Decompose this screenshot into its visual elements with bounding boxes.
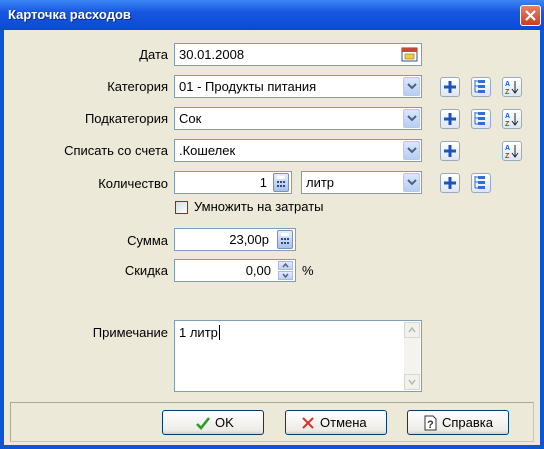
discount-field[interactable]: 0,00 — [174, 259, 296, 282]
subcategory-select[interactable]: Сок — [174, 107, 422, 130]
close-icon — [525, 10, 536, 21]
unit-dropdown-button[interactable] — [403, 173, 420, 192]
sort-subcategory-button[interactable]: AZ — [502, 109, 522, 129]
svg-text:Z: Z — [505, 89, 510, 95]
chevron-down-icon — [282, 273, 289, 279]
chevron-down-icon — [407, 83, 417, 90]
date-field[interactable]: 30.01.2008 — [174, 43, 422, 66]
note-text: 1 литр — [179, 325, 220, 340]
sort-az-icon: AZ — [505, 81, 519, 95]
calendar-icon[interactable] — [401, 46, 418, 62]
svg-text:?: ? — [427, 419, 434, 431]
subcategory-dropdown-button[interactable] — [403, 109, 420, 128]
quantity-label: Количество — [98, 176, 168, 191]
svg-text:A: A — [505, 81, 510, 88]
category-select[interactable]: 01 - Продукты питания — [174, 75, 422, 98]
account-select[interactable]: .Кошелек — [174, 139, 422, 162]
note-value: 1 литр — [179, 325, 218, 340]
text-caret — [218, 325, 220, 340]
svg-text:A: A — [505, 145, 510, 152]
add-account-button[interactable] — [440, 141, 460, 161]
sort-az-icon: AZ — [505, 145, 519, 159]
tree-icon — [474, 80, 485, 93]
discount-label: Скидка — [124, 263, 168, 278]
tree-icon — [474, 176, 485, 189]
window-title: Карточка расходов — [8, 7, 131, 22]
scroll-down-button[interactable] — [404, 374, 420, 390]
cancel-label: Отмена — [320, 415, 367, 430]
discount-unit: % — [302, 263, 314, 278]
tree-icon — [474, 112, 485, 125]
calculator-icon — [281, 233, 289, 244]
sort-account-button[interactable]: AZ — [502, 141, 522, 161]
unit-value: литр — [306, 175, 335, 190]
unit-tree-button[interactable] — [471, 173, 491, 193]
plus-icon — [444, 145, 456, 157]
add-category-button[interactable] — [440, 77, 460, 97]
quantity-field[interactable]: 1 — [174, 171, 292, 194]
help-icon: ? — [424, 415, 437, 431]
chevron-down-icon — [408, 379, 416, 386]
quantity-value: 1 — [259, 175, 267, 190]
chevron-down-icon — [407, 115, 417, 122]
close-button[interactable] — [520, 5, 541, 26]
ok-label: OK — [215, 415, 234, 430]
spin-down-button[interactable] — [278, 271, 293, 280]
svg-text:A: A — [505, 113, 510, 120]
sort-category-button[interactable]: AZ — [502, 77, 522, 97]
account-label: Списать со счета — [64, 143, 168, 158]
subcategory-tree-button[interactable] — [471, 109, 491, 129]
discount-spinner[interactable] — [278, 261, 293, 280]
add-unit-button[interactable] — [440, 173, 460, 193]
sum-field[interactable]: 23,00р — [174, 228, 296, 251]
cancel-button[interactable]: Отмена — [285, 410, 387, 435]
spin-up-button[interactable] — [278, 261, 293, 270]
plus-icon — [444, 113, 456, 125]
dialog-window: Карточка расходов Дата 30.01.2008 Катего… — [0, 0, 544, 449]
account-dropdown-button[interactable] — [403, 141, 420, 160]
category-value: 01 - Продукты питания — [179, 79, 317, 94]
date-label: Дата — [139, 47, 168, 62]
category-dropdown-button[interactable] — [403, 77, 420, 96]
sort-az-icon: AZ — [505, 113, 519, 127]
help-label: Справка — [442, 415, 493, 430]
plus-icon — [444, 177, 456, 189]
plus-icon — [444, 81, 456, 93]
multiply-checkbox[interactable] — [175, 201, 188, 214]
chevron-down-icon — [407, 179, 417, 186]
scroll-up-button[interactable] — [404, 322, 420, 338]
subcategory-value: Сок — [179, 111, 202, 126]
cross-icon — [302, 417, 314, 429]
sum-label: Сумма — [127, 233, 168, 248]
svg-text:Z: Z — [505, 153, 510, 159]
add-subcategory-button[interactable] — [440, 109, 460, 129]
title-bar[interactable]: Карточка расходов — [0, 0, 544, 30]
chevron-up-icon — [408, 326, 416, 333]
help-button[interactable]: ? Справка — [407, 410, 509, 435]
discount-value: 0,00 — [245, 263, 271, 278]
note-textarea[interactable]: 1 литр — [174, 320, 422, 392]
sum-value: 23,00р — [229, 232, 269, 247]
note-scrollbar[interactable] — [404, 322, 420, 390]
multiply-label[interactable]: Умножить на затраты — [194, 199, 394, 214]
category-tree-button[interactable] — [471, 77, 491, 97]
account-value: .Кошелек — [179, 143, 236, 158]
subcategory-label: Подкатегория — [84, 111, 168, 126]
date-value: 30.01.2008 — [179, 47, 245, 62]
unit-select[interactable]: литр — [301, 171, 422, 194]
category-label: Категория — [107, 79, 168, 94]
chevron-down-icon — [407, 147, 417, 154]
calculator-icon — [277, 176, 285, 187]
chevron-up-icon — [282, 262, 289, 268]
sum-calculator-button[interactable] — [277, 230, 293, 249]
svg-text:Z: Z — [505, 121, 510, 127]
note-label: Примечание — [92, 325, 168, 340]
checkmark-icon — [196, 417, 211, 430]
ok-button[interactable]: OK — [162, 410, 264, 435]
dialog-body: Дата 30.01.2008 Категория 01 - Продукты … — [4, 30, 540, 445]
quantity-calculator-button[interactable] — [273, 173, 289, 192]
